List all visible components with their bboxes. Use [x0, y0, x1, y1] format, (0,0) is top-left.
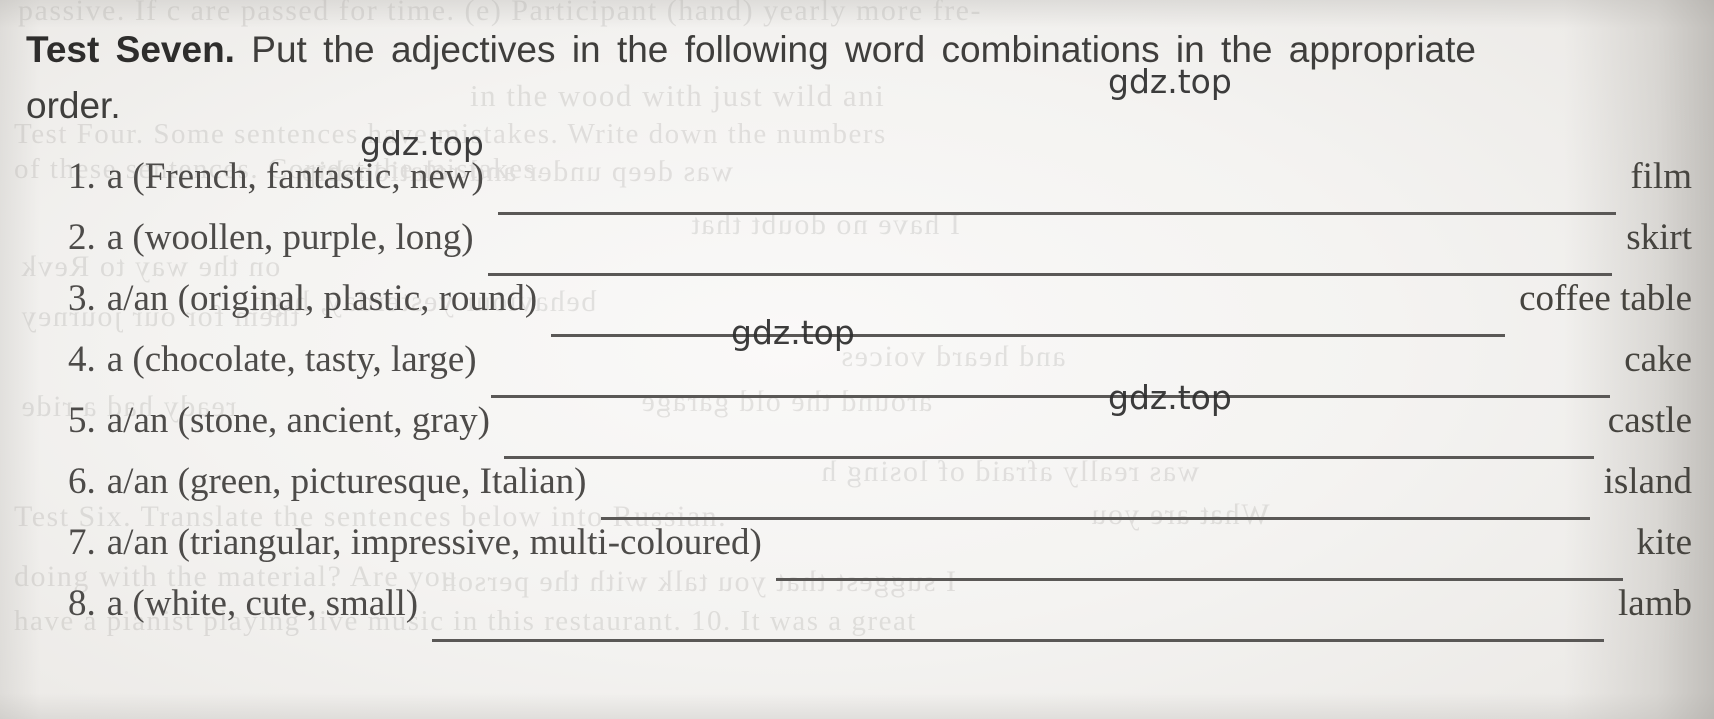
answer-blank[interactable] [600, 491, 1590, 520]
answer-blank[interactable] [497, 186, 1617, 215]
answer-blank[interactable] [503, 430, 1594, 459]
item-number: 5. [68, 400, 96, 441]
item-noun: coffee table [1519, 278, 1692, 319]
item-prompt: a (French, fantastic, new) [106, 156, 484, 197]
item-noun: island [1603, 461, 1692, 502]
exercise-title: Test Seven. [26, 29, 235, 70]
item-prompt: a/an (green, picturesque, Italian) [106, 461, 587, 502]
item-number: 7. [68, 522, 96, 563]
answer-blank[interactable] [551, 308, 1506, 337]
exercise-content: Test Seven. Put the adjectives in the fo… [0, 0, 1714, 719]
exercise-item: 8. a (white, cute, small) lamb [0, 585, 1714, 646]
item-noun: kite [1636, 522, 1692, 563]
item-prompt: a/an (triangular, impressive, multi-colo… [106, 522, 762, 563]
exercise-item: 5. a/an (stone, ancient, gray) castle [0, 402, 1714, 463]
item-number: 6. [68, 461, 96, 502]
answer-blank[interactable] [490, 369, 1611, 398]
item-number: 3. [68, 278, 96, 319]
item-number: 4. [68, 339, 96, 380]
item-number: 2. [68, 217, 96, 258]
item-noun: castle [1607, 400, 1692, 441]
answer-blank[interactable] [432, 613, 1605, 642]
exercise-item-list: 1. a (French, fantastic, new) film 2. a (woo… [0, 158, 1714, 646]
item-prompt: a/an (stone, ancient, gray) [106, 400, 490, 441]
exercise-item: 3. a/an (original, plastic, round) coffee … [0, 280, 1714, 341]
exercise-heading: Test Seven. Put the adjectives in the fo… [26, 22, 1476, 134]
item-prompt: a (chocolate, tasty, large) [106, 339, 477, 380]
item-prompt: a (white, cute, small) [106, 583, 419, 624]
item-prompt: a/an (original, plastic, round) [106, 278, 538, 319]
item-number: 1. [68, 156, 96, 197]
item-noun: cake [1624, 339, 1692, 380]
item-noun: film [1630, 156, 1692, 197]
item-number: 8. [68, 583, 96, 624]
item-prompt: a (woollen, purple, long) [106, 217, 474, 258]
exercise-item: 6. a/an (green, picturesque, Italian) isla… [0, 463, 1714, 524]
answer-blank[interactable] [487, 247, 1613, 276]
exercise-item: 7. a/an (triangular, impressive, multi-co… [0, 524, 1714, 585]
scanned-textbook-page: passive. If c are passed for time. (e) P… [0, 0, 1714, 719]
exercise-item: 1. a (French, fantastic, new) film [0, 158, 1714, 219]
answer-blank[interactable] [775, 552, 1623, 581]
exercise-instruction: Put the adjectives in the following word… [26, 29, 1476, 127]
item-noun: skirt [1626, 217, 1692, 258]
item-noun: lamb [1618, 583, 1692, 624]
exercise-item: 2. a (woollen, purple, long) skirt [0, 219, 1714, 280]
exercise-item: 4. a (chocolate, tasty, large) cake [0, 341, 1714, 402]
